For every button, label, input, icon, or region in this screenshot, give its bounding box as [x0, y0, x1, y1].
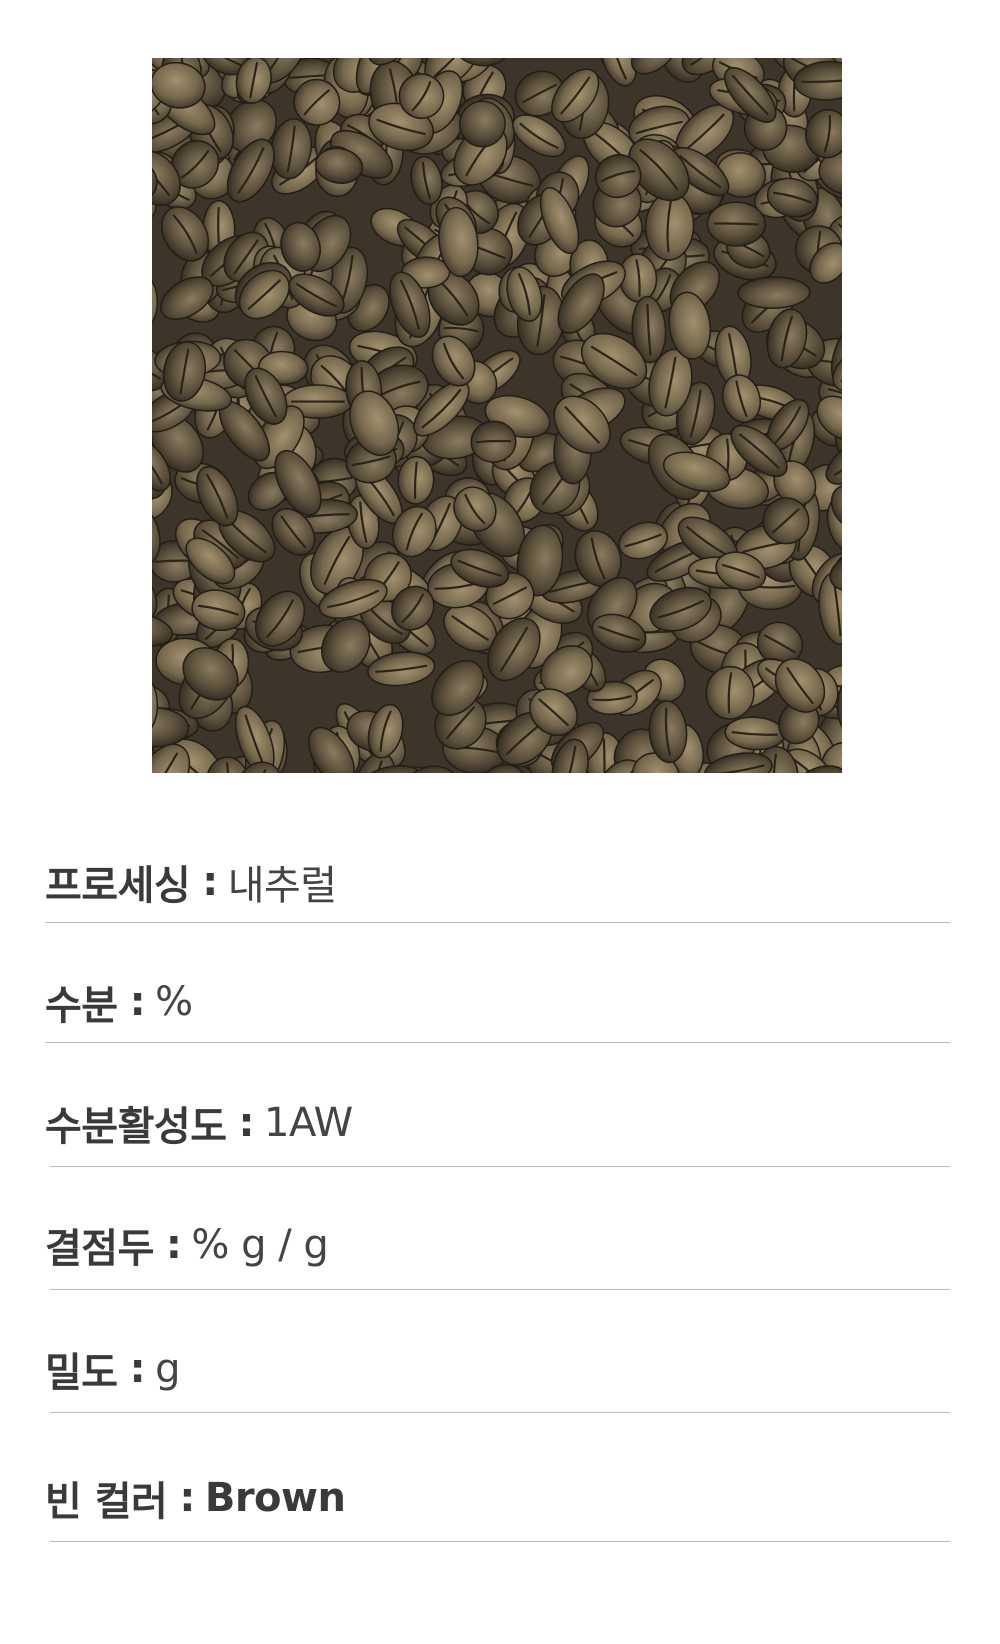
spec-label: 프로세싱	[45, 863, 191, 909]
spec-separator: :	[129, 1346, 146, 1392]
spec-value: % g / g	[191, 1222, 329, 1268]
spec-value: 내추럴	[227, 863, 337, 909]
spec-label: 밀도	[45, 1350, 118, 1396]
spec-value: Brown	[204, 1475, 346, 1521]
coffee-beans-photo	[152, 58, 842, 773]
divider	[50, 1541, 950, 1542]
divider	[50, 1412, 950, 1413]
spec-label: 수분활성도	[45, 1104, 227, 1150]
spec-row-processing: 프로세싱 : 내추럴	[45, 855, 337, 909]
spec-separator: :	[238, 1100, 255, 1146]
divider	[50, 1166, 950, 1167]
spec-separator: :	[165, 1222, 182, 1268]
spec-row-water-activity: 수분활성도 : 1AW	[45, 1096, 353, 1150]
spec-row-density: 밀도 : g	[45, 1342, 180, 1396]
spec-label: 빈 컬러	[45, 1479, 168, 1525]
spec-row-bean-color: 빈 컬러 : Brown	[45, 1471, 346, 1525]
spec-value: 1AW	[264, 1100, 353, 1146]
spec-separator: :	[179, 1475, 195, 1521]
spec-label: 결점두	[45, 1226, 154, 1272]
spec-row-moisture: 수분 : %	[45, 975, 193, 1029]
spec-value: %	[155, 979, 193, 1025]
spec-separator: :	[129, 979, 146, 1025]
spec-label: 수분	[45, 983, 118, 1029]
divider	[45, 922, 950, 923]
spec-separator: :	[202, 859, 218, 905]
spec-value: g	[155, 1346, 180, 1392]
divider	[50, 1289, 950, 1290]
divider	[45, 1042, 950, 1043]
spec-row-defects: 결점두 : % g / g	[45, 1218, 329, 1272]
